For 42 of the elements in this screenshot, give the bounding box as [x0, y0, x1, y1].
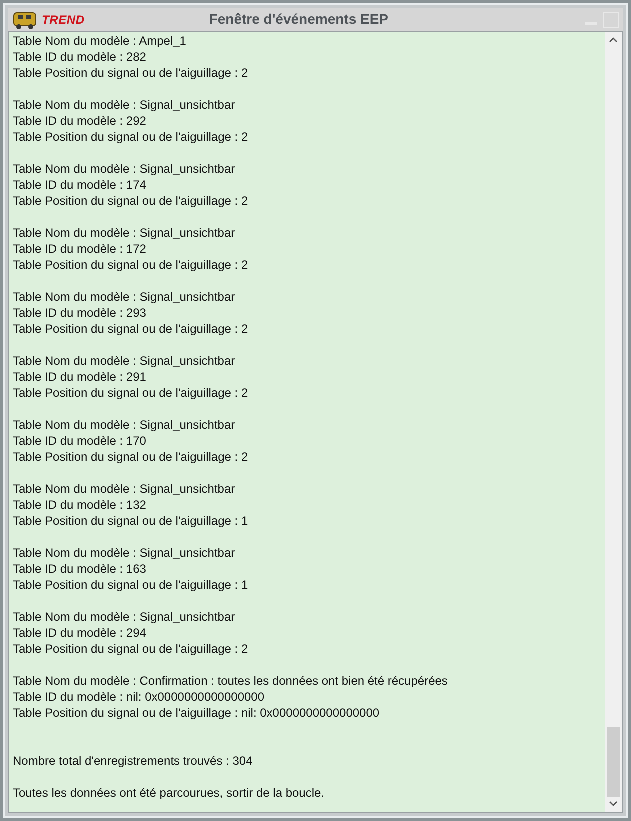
- log-line: Table Position du signal ou de l'aiguillage : 2: [13, 193, 248, 209]
- log-line: Table Nom du modèle : Ampel_1: [13, 33, 186, 49]
- log-line: Table Position du signal ou de l'aiguillage : 2: [13, 641, 248, 657]
- log-line: Table Position du signal ou de l'aiguillage : 1: [13, 577, 248, 593]
- log-line: Table Position du signal ou de l'aiguillage : 2: [13, 65, 248, 81]
- log-line: Table ID du modèle : 170: [13, 433, 146, 449]
- log-line: Table ID du modèle : 292: [13, 113, 146, 129]
- log-line: Table ID du modèle : 291: [13, 369, 146, 385]
- log-line: Nombre total d'enregistrements trouvés : 304: [13, 753, 253, 769]
- window-title: Fenêtre d'événements EEP: [209, 10, 389, 29]
- scroll-thumb[interactable]: [607, 727, 620, 797]
- scrollbar[interactable]: [605, 32, 622, 812]
- log-line: Table Position du signal ou de l'aiguillage : 2: [13, 385, 248, 401]
- scroll-up-icon[interactable]: [609, 37, 618, 43]
- log-line: Table Nom du modèle : Signal_unsichtbar: [13, 353, 236, 369]
- log-line: Table Position du signal ou de l'aiguillage : 1: [13, 513, 248, 529]
- log-line: Table ID du modèle : 174: [13, 177, 146, 193]
- log-line: Table ID du modèle : 282: [13, 49, 146, 65]
- log-line: Toutes les données ont été parcourues, sortir de la boucle.: [13, 785, 325, 801]
- log-line: Table ID du modèle : 163: [13, 561, 146, 577]
- log-line: Table Nom du modèle : Signal_unsichtbar: [13, 161, 236, 177]
- log-line: Table Position du signal ou de l'aiguillage : 2: [13, 129, 248, 145]
- log-line: Table ID du modèle : 172: [13, 241, 146, 257]
- log-line: Table Position du signal ou de l'aiguillage : nil: 0x0000000000000000: [13, 705, 380, 721]
- log-line: Table Nom du modèle : Signal_unsichtbar: [13, 545, 236, 561]
- brand-logo-text: TREND: [42, 12, 85, 28]
- log-line: Table Nom du modèle : Signal_unsichtbar: [13, 225, 236, 241]
- log-line: Table Nom du modèle : Signal_unsichtbar: [13, 289, 236, 305]
- log-line: Table Nom du modèle : Signal_unsichtbar: [13, 417, 236, 433]
- log-line: Table Position du signal ou de l'aiguillage : 2: [13, 449, 248, 465]
- log-line: Table ID du modèle : 293: [13, 305, 146, 321]
- log-line: Table Nom du modèle : Signal_unsichtbar: [13, 97, 236, 113]
- log-line: Table ID du modèle : 294: [13, 625, 146, 641]
- log-line: Table ID du modèle : nil: 0x0000000000000000: [13, 689, 265, 705]
- scroll-down-icon[interactable]: [609, 801, 618, 807]
- log-line: Table Position du signal ou de l'aiguillage : 2: [13, 257, 248, 273]
- log-line: Table Nom du modèle : Signal_unsichtbar: [13, 481, 236, 497]
- locomotive-icon: [12, 10, 38, 30]
- log-line: Table Nom du modèle : Confirmation : toutes les données ont bien été récupérées: [13, 673, 448, 689]
- log-line: Table ID du modèle : 132: [13, 497, 146, 513]
- log-line: Table Position du signal ou de l'aiguillage : 2: [13, 321, 248, 337]
- log-line: Table Nom du modèle : Signal_unsichtbar: [13, 609, 236, 625]
